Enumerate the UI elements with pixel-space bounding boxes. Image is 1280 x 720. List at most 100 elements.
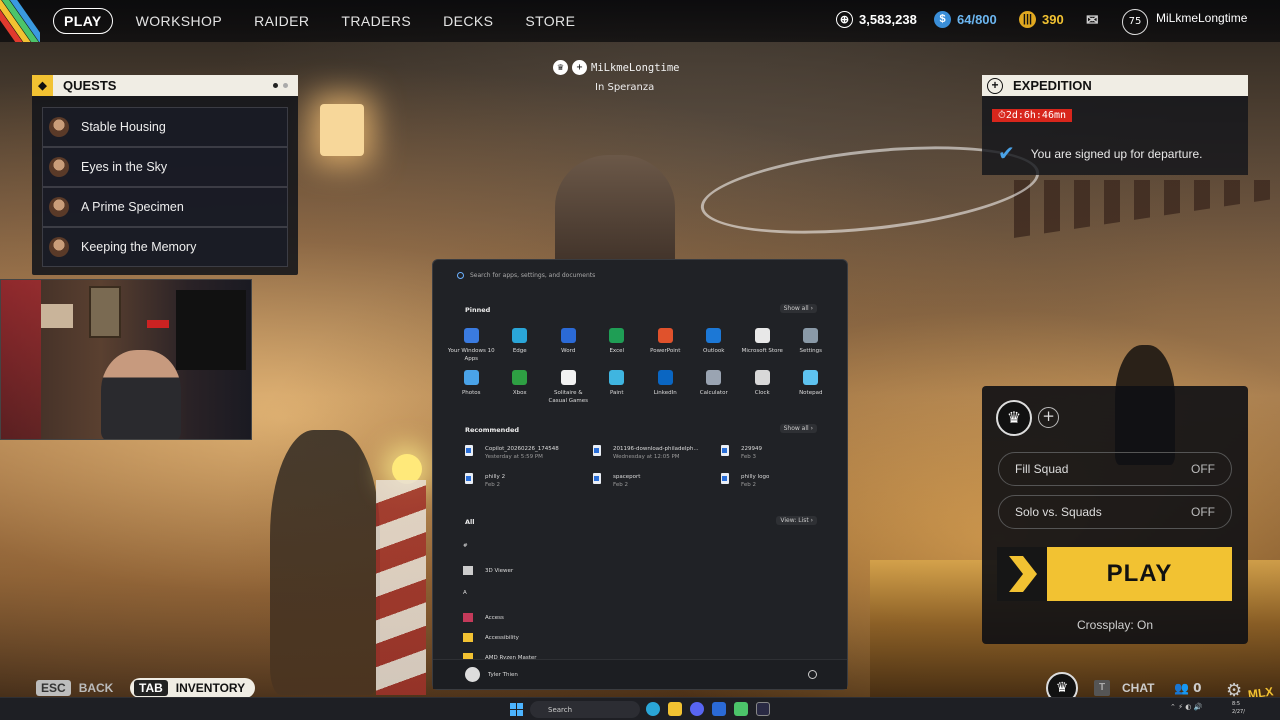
- recommended-file[interactable]: 229949 Feb 3: [721, 445, 841, 473]
- pinned-app[interactable]: Settings: [787, 328, 836, 370]
- nav-store[interactable]: STORE: [525, 13, 575, 29]
- player-name[interactable]: MiLkmeLongtime: [1156, 11, 1247, 25]
- npc-character: [555, 155, 675, 270]
- coin-icon: ⊕: [836, 11, 853, 28]
- quest-label: Keeping the Memory: [81, 240, 197, 254]
- expedition-plus-icon: +: [987, 77, 1003, 94]
- pinned-show-all[interactable]: Show all ›: [779, 304, 817, 313]
- recommended-show-all[interactable]: Show all ›: [779, 424, 817, 433]
- quests-title: QUESTS: [63, 78, 117, 93]
- app-icon: [657, 370, 673, 385]
- quest-giver-avatar: [49, 157, 69, 177]
- pinned-app[interactable]: Photos: [447, 370, 496, 412]
- pinned-app[interactable]: Edge: [496, 328, 545, 370]
- pinned-apps: Your Windows 10 Apps Edge Word Excel PowerPo…: [447, 328, 835, 412]
- mail-icon[interactable]: ✉: [1086, 11, 1099, 29]
- pinned-app[interactable]: Calculator: [690, 370, 739, 412]
- start-search-bar[interactable]: Search for apps, settings, and documents: [445, 266, 837, 284]
- inventory-hint[interactable]: TAB INVENTORY: [130, 678, 256, 698]
- user-avatar[interactable]: [465, 667, 480, 682]
- app-icon: [657, 328, 673, 343]
- quest-item[interactable]: Eyes in the Sky: [42, 147, 288, 187]
- app-icon[interactable]: [734, 702, 748, 716]
- pinned-app[interactable]: Clock: [738, 370, 787, 412]
- taskbar-clock[interactable]: 8:5 2/27/: [1232, 700, 1245, 716]
- add-friend-icon[interactable]: +: [572, 60, 587, 75]
- status-text: You are signed up for departure.: [1030, 146, 1203, 161]
- pinned-app-label: Paint: [609, 390, 624, 396]
- system-tray[interactable]: ⌃ ⚡ ◐ 🔊: [1170, 703, 1202, 711]
- quest-giver-avatar: [49, 237, 69, 257]
- quest-item[interactable]: Stable Housing: [42, 107, 288, 147]
- user-name[interactable]: Tyler Thien: [488, 672, 518, 678]
- squad-member-avatar[interactable]: ♛: [996, 400, 1032, 436]
- chat-button[interactable]: T CHAT: [1094, 680, 1154, 696]
- esc-key: ESC: [36, 680, 71, 696]
- taskbar-search[interactable]: Search: [530, 701, 640, 718]
- recommended-file[interactable]: spaceport Feb 2: [593, 473, 721, 501]
- back-hint[interactable]: ESC BACK: [36, 680, 113, 696]
- nav-play[interactable]: PLAY: [53, 8, 113, 34]
- app-icon[interactable]: [712, 702, 726, 716]
- token-icon: |||: [1019, 11, 1036, 28]
- document-icon: [465, 473, 473, 484]
- file-name: spaceport: [613, 474, 641, 480]
- app-list-item[interactable]: Access: [463, 613, 504, 622]
- friends-button[interactable]: 👥 0: [1174, 681, 1202, 695]
- app-icon: [609, 370, 625, 385]
- on-air-sign: [147, 320, 169, 328]
- recommended-file[interactable]: philly 2 Feb 2: [465, 473, 593, 501]
- app-list-label: Accessibility: [485, 634, 519, 641]
- add-squad-member-button[interactable]: +: [1038, 407, 1059, 428]
- tokens-display: ||| 390: [1019, 11, 1064, 28]
- recommended-file[interactable]: philly logo Feb 2: [721, 473, 841, 501]
- quest-item[interactable]: Keeping the Memory: [42, 227, 288, 267]
- pinned-app[interactable]: Your Windows 10 Apps: [447, 328, 496, 370]
- pinned-app-label: Photos: [461, 390, 481, 396]
- file-date: Yesterday at 5:59 PM: [485, 454, 543, 460]
- nav-traders[interactable]: TRADERS: [341, 13, 411, 29]
- pinned-app[interactable]: Xbox: [496, 370, 545, 412]
- file-explorer-icon[interactable]: [668, 702, 682, 716]
- app-list-item[interactable]: Accessibility: [463, 633, 519, 642]
- solo-vs-squads-toggle[interactable]: Solo vs. Squads OFF: [998, 495, 1232, 529]
- edge-icon[interactable]: [646, 702, 660, 716]
- nav-raider[interactable]: RAIDER: [254, 13, 309, 29]
- app-icon: [706, 328, 722, 343]
- windows-start-icon[interactable]: [510, 703, 523, 716]
- pinned-app[interactable]: PowerPoint: [641, 328, 690, 370]
- app-list-label: Access: [485, 614, 504, 621]
- pinned-app[interactable]: Solitaire & Casual Games: [544, 370, 593, 412]
- credits-value: 3,583,238: [859, 12, 917, 27]
- pinned-app[interactable]: Paint: [593, 370, 642, 412]
- play-button[interactable]: PLAY: [997, 547, 1232, 601]
- pinned-app[interactable]: Excel: [593, 328, 642, 370]
- view-list-button[interactable]: View: List ›: [776, 516, 817, 525]
- friends-count: 0: [1193, 681, 1202, 695]
- letter-header[interactable]: #: [463, 543, 468, 549]
- app-list-item[interactable]: 3D Viewer: [463, 566, 513, 575]
- recommended-file[interactable]: 201196-download-philadelph... Wednesday a…: [593, 445, 721, 473]
- pinned-app[interactable]: Word: [544, 328, 593, 370]
- file-name: philly logo: [741, 474, 770, 480]
- nav-workshop[interactable]: WORKSHOP: [136, 13, 222, 29]
- app-icon: [560, 328, 576, 343]
- pinned-app[interactable]: Outlook: [690, 328, 739, 370]
- recommended-file[interactable]: Copilot_20260226_174548 Yesterday at 5:59…: [465, 445, 593, 473]
- pinned-app[interactable]: Microsoft Store: [738, 328, 787, 370]
- page-dots[interactable]: [273, 83, 288, 88]
- pinned-app[interactable]: Notepad: [787, 370, 836, 412]
- chat-key: T: [1094, 680, 1110, 696]
- fill-squad-toggle[interactable]: Fill Squad OFF: [998, 452, 1232, 486]
- expedition-status: ✔ You are signed up for departure.: [998, 141, 1202, 166]
- quest-item[interactable]: A Prime Specimen: [42, 187, 288, 227]
- pinned-app[interactable]: LinkedIn: [641, 370, 690, 412]
- steam-icon[interactable]: [756, 702, 770, 716]
- file-name: philly 2: [485, 474, 506, 480]
- power-icon[interactable]: [808, 670, 817, 679]
- app-icon: [512, 328, 528, 343]
- nav-decks[interactable]: DECKS: [443, 13, 493, 29]
- letter-header[interactable]: A: [463, 590, 467, 596]
- hanging-flags: [1000, 180, 1280, 240]
- discord-icon[interactable]: [690, 702, 704, 716]
